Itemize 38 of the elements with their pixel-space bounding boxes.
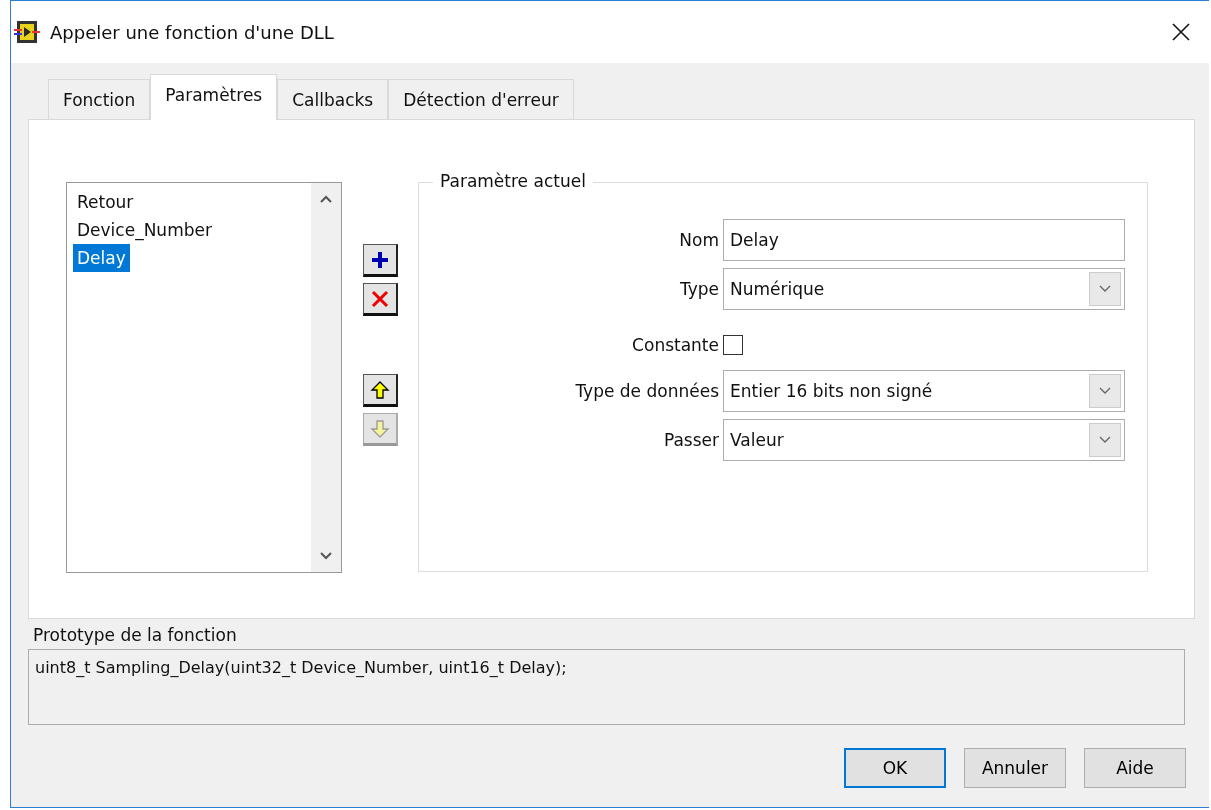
tab[interactable]: Paramètres — [150, 74, 278, 120]
move-up-button[interactable] — [363, 374, 398, 407]
dropdown[interactable]: Entier 16 bits non signé — [723, 370, 1125, 412]
field-label: Nom — [678, 230, 720, 250]
plus-icon — [370, 249, 390, 270]
arrow-down-icon — [370, 418, 390, 439]
app-icon — [14, 20, 40, 44]
field-label: Type de données — [574, 381, 720, 401]
window-title: Appeler une fonction d'une DLL — [50, 21, 335, 43]
delete-button[interactable] — [363, 283, 398, 316]
list-item[interactable]: Retour — [73, 188, 138, 216]
close-icon[interactable] — [1171, 22, 1191, 42]
checkbox[interactable] — [723, 335, 743, 355]
chevron-down-icon — [1099, 285, 1111, 293]
field-label: Type — [678, 279, 720, 299]
prototype-text: uint8_t Sampling_Delay(uint32_t Device_Number, uint16_t Delay); — [28, 649, 1185, 725]
field-label: Passer — [662, 430, 720, 450]
scroll-up-icon[interactable] — [320, 195, 332, 203]
dropdown[interactable]: Valeur — [723, 419, 1125, 461]
tab[interactable]: Callbacks — [277, 79, 389, 119]
chevron-down-icon — [1099, 436, 1111, 444]
scrollbar[interactable] — [311, 183, 341, 572]
dialog-button[interactable]: OK — [844, 748, 946, 788]
cross-icon — [370, 288, 390, 309]
prototype-label: Prototype de la fonction — [33, 625, 237, 645]
dropdown[interactable]: Numérique — [723, 268, 1125, 310]
chevron-down-icon — [1099, 387, 1111, 395]
name-field[interactable]: Delay — [723, 219, 1125, 261]
dialog-button[interactable]: Aide — [1084, 748, 1186, 788]
field-label: Constante — [631, 335, 720, 355]
tab[interactable]: Détection d'erreur — [388, 79, 574, 119]
tab[interactable]: Fonction — [48, 79, 151, 119]
scroll-down-icon[interactable] — [320, 552, 332, 560]
list-item[interactable]: Device_Number — [73, 216, 216, 244]
arrow-up-icon — [370, 379, 390, 400]
dialog-button[interactable]: Annuler — [964, 748, 1066, 788]
list-item[interactable]: Delay — [73, 244, 130, 272]
add-button[interactable] — [363, 244, 398, 277]
